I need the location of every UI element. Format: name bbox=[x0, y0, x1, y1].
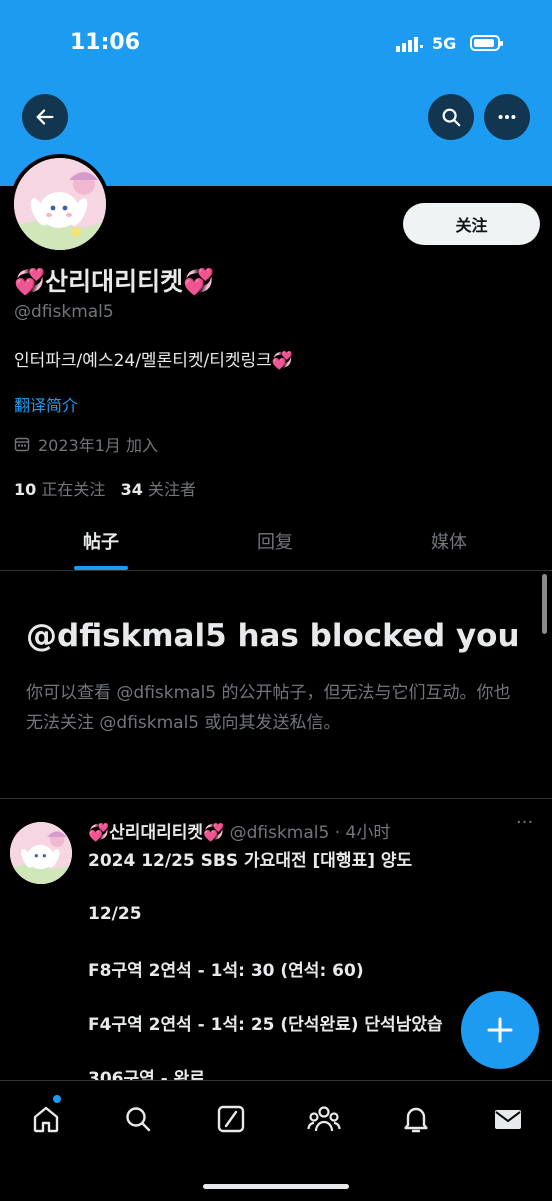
follow-button[interactable]: 关注 bbox=[403, 203, 540, 245]
plus-icon bbox=[487, 1017, 513, 1043]
post-meta: @dfiskmal5 · 4小时 bbox=[229, 823, 391, 843]
post-header: 💞산리대리티켓💞 @dfiskmal5 · 4小时 bbox=[88, 818, 390, 843]
grok-icon bbox=[217, 1105, 245, 1133]
tab-media[interactable]: 媒体 bbox=[431, 528, 467, 554]
post-text-line: 2024 12/25 SBS 가요대전 [대행표] 양도 bbox=[88, 851, 413, 871]
tab-posts[interactable]: 帖子 bbox=[83, 528, 119, 554]
profile-avatar[interactable] bbox=[10, 154, 110, 254]
notifications-icon bbox=[404, 1107, 428, 1133]
following-label: 正在关注 bbox=[41, 480, 106, 499]
nav-messages[interactable] bbox=[488, 1099, 528, 1139]
profile-handle: @dfiskmal5 bbox=[14, 302, 114, 322]
profile-tabs: 帖子 回复 媒体 bbox=[0, 510, 552, 571]
post-more-button[interactable]: ··· bbox=[516, 812, 533, 833]
post-text-line: F8구역 2연석 - 1석: 30 (연석: 60) bbox=[88, 961, 364, 981]
translate-bio-link[interactable]: 翻译简介 bbox=[14, 392, 78, 416]
tab-replies[interactable]: 回复 bbox=[257, 528, 293, 554]
back-button[interactable] bbox=[22, 94, 68, 140]
signal-icon bbox=[396, 37, 423, 52]
nav-communities[interactable] bbox=[304, 1099, 344, 1139]
post-author-name[interactable]: 💞산리대리티켓💞 bbox=[88, 823, 224, 843]
messages-icon bbox=[495, 1110, 521, 1129]
nav-home[interactable] bbox=[26, 1099, 66, 1139]
home-icon bbox=[33, 1106, 59, 1133]
post-avatar[interactable] bbox=[10, 822, 72, 884]
search-icon bbox=[442, 108, 461, 127]
scrollbar[interactable] bbox=[542, 574, 547, 634]
following-link[interactable]: 10 正在关注 bbox=[14, 480, 105, 499]
followers-link[interactable]: 34 关注者 bbox=[121, 480, 196, 499]
home-notification-dot bbox=[53, 1095, 61, 1103]
nav-grok[interactable] bbox=[211, 1099, 251, 1139]
status-bar: 11:06 5G bbox=[0, 0, 552, 90]
network-type: 5G bbox=[432, 34, 457, 53]
blocked-title: @dfiskmal5 has blocked you bbox=[26, 618, 520, 654]
profile-display-name: 💞산리대리티켓💞 bbox=[14, 267, 215, 296]
more-icon bbox=[498, 114, 516, 120]
back-arrow-icon bbox=[36, 109, 54, 125]
search-icon bbox=[126, 1107, 151, 1132]
followers-label: 关注者 bbox=[148, 480, 197, 499]
home-indicator bbox=[203, 1184, 349, 1189]
joined-date-text: 2023年1月 加入 bbox=[38, 436, 158, 455]
more-options-button[interactable] bbox=[484, 94, 530, 140]
status-time: 11:06 bbox=[70, 30, 141, 55]
follow-stats: 10 正在关注 34 关注者 bbox=[14, 476, 196, 500]
communities-icon bbox=[307, 1106, 341, 1132]
active-tab-indicator bbox=[74, 566, 128, 570]
calendar-icon bbox=[14, 437, 30, 452]
bottom-nav bbox=[0, 1080, 552, 1201]
post-text-line: F4구역 2연석 - 1석: 25 (단석완료) 단석남았습 bbox=[88, 1015, 443, 1035]
post-text-line: 12/25 bbox=[88, 904, 142, 924]
blocked-description: 你可以查看 @dfiskmal5 的公开帖子，但无法与它们互动。你也无法关注 @… bbox=[26, 683, 511, 733]
profile-bio: 인터파크/예스24/멜론티켓/티켓링크💞 bbox=[14, 351, 293, 371]
joined-date: 2023年1月 加入 bbox=[14, 432, 158, 456]
nav-notifications[interactable] bbox=[396, 1099, 436, 1139]
search-button[interactable] bbox=[428, 94, 474, 140]
nav-search[interactable] bbox=[118, 1099, 158, 1139]
following-count: 10 bbox=[14, 480, 37, 499]
divider bbox=[0, 798, 552, 799]
followers-count: 34 bbox=[120, 480, 143, 499]
battery-icon bbox=[470, 35, 503, 51]
compose-button[interactable] bbox=[461, 991, 539, 1069]
